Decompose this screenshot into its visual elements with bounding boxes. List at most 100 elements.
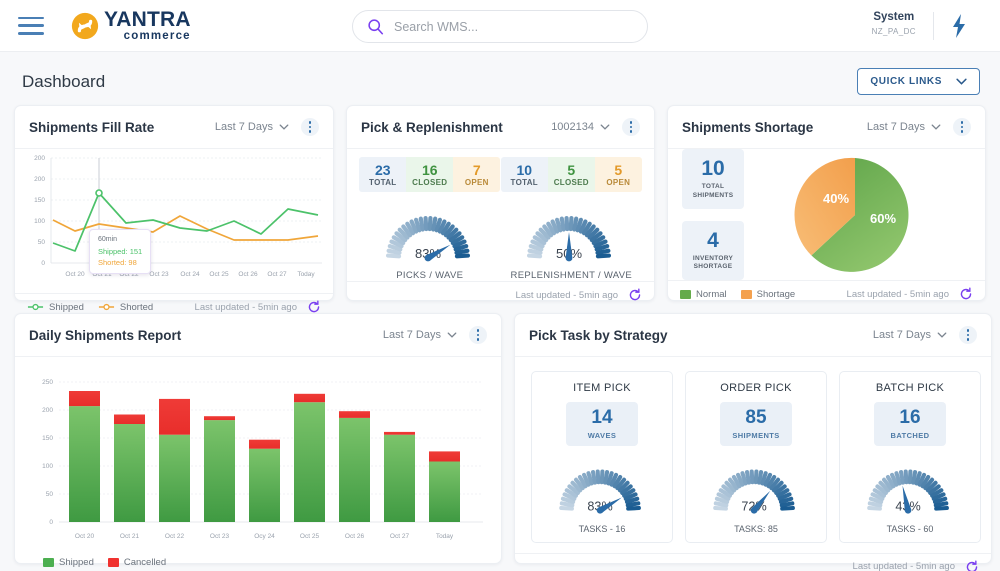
quick-links-button[interactable]: QUICK LINKS [857, 68, 980, 95]
chip-value: 10 [516, 162, 533, 178]
legend-item[interactable]: Shipped [43, 557, 94, 568]
search-input[interactable] [394, 19, 633, 34]
system-code: NZ_PA_DC [871, 26, 916, 36]
card-pick-replenishment: Pick & Replenishment 1002134 23 TOTAL 16… [346, 105, 656, 302]
card-header: Shipments Shortage Last 7 Days [668, 106, 985, 149]
date-range-selector[interactable]: Last 7 Days [873, 329, 947, 341]
bar-group[interactable] [114, 414, 145, 523]
card-header: Pick Task by Strategy Last 7 Days [515, 314, 991, 357]
hamburger-icon[interactable] [18, 16, 44, 35]
top-navigation-bar: YANTRA commerce System NZ_PA_DC [0, 0, 1000, 52]
app-logo[interactable]: YANTRA commerce [70, 9, 191, 43]
more-vertical-icon[interactable] [959, 326, 977, 344]
tile-total-shipments[interactable]: 10 TOTAL SHIPMENTS [682, 149, 745, 209]
legend-line-icon [27, 303, 44, 311]
last-updated-text: Last updated - 5min ago [194, 301, 297, 313]
more-vertical-icon[interactable] [301, 118, 319, 136]
stat-chip-open[interactable]: 7 OPEN [453, 157, 501, 193]
svg-text:Oct 22: Oct 22 [165, 533, 185, 540]
search-box[interactable] [352, 10, 648, 43]
pie-slice-label-normal: 60% [870, 211, 896, 226]
shortage-tiles: 10 TOTAL SHIPMENTS 4 INVENTORY SHORTAGE [682, 149, 745, 281]
refresh-icon[interactable] [965, 560, 979, 571]
bar-group[interactable] [249, 439, 280, 522]
legend-item[interactable]: Shorted [98, 302, 153, 313]
legend-swatch [680, 289, 692, 299]
stat-chip-total[interactable]: 23 TOTAL [359, 157, 407, 193]
refresh-icon[interactable] [307, 300, 321, 314]
gauge-label: REPLENISHMENT / WAVE [510, 270, 632, 282]
legend-label: Normal [696, 288, 727, 300]
hamburger-line [18, 16, 44, 19]
chart-tooltip: 60min Shipped: 151 Shorted: 98 [89, 229, 152, 274]
svg-text:150: 150 [42, 435, 53, 442]
pick-replen-body: 23 TOTAL 16 CLOSED 7 OPEN 83% PICKS / WA… [347, 149, 654, 281]
svg-text:250: 250 [42, 379, 53, 386]
strategy-number: 85 [745, 407, 767, 428]
svg-text:0: 0 [41, 260, 45, 267]
stat-chip-closed[interactable]: 5 CLOSED [547, 157, 595, 193]
card-footer: Last updated - 5min ago [515, 552, 991, 571]
legend-item[interactable]: Cancelled [107, 557, 166, 568]
date-range-selector[interactable]: Last 7 Days [215, 121, 289, 133]
tile-inventory-shortage[interactable]: 4 INVENTORY SHORTAGE [682, 220, 745, 281]
more-vertical-icon[interactable] [953, 118, 971, 136]
card-header: Daily Shipments Report Last 7 Days [15, 314, 501, 357]
strategy-batch-pick[interactable]: BATCH PICK 16 BATCHED 43% TASKS - 60 [839, 371, 981, 543]
logo-wordmark: YANTRA [104, 7, 191, 31]
svg-text:0: 0 [49, 519, 53, 526]
tile-label: INVENTORY SHORTAGE [692, 254, 734, 271]
legend-swatch [107, 558, 119, 567]
tile-value: 10 [701, 157, 725, 180]
bar-group[interactable] [204, 416, 235, 522]
legend-item[interactable]: Shipped [27, 302, 84, 313]
gauge-replenishment-per-wave: 50% [527, 216, 612, 262]
svg-text:50: 50 [38, 239, 46, 246]
svg-text:Oct 24: Oct 24 [180, 271, 200, 278]
strategy-order-pick[interactable]: ORDER PICK 85 SHIPMENTS 72% TASKS: 85 [685, 371, 827, 543]
line-chart-svg: 200 200 150 100 50 0 Oct 20 Oct 21 Oct 2… [34, 155, 322, 278]
chip-label: OPEN [464, 178, 489, 188]
chip-value: 7 [472, 162, 481, 178]
wave-selector[interactable]: 1002134 [551, 121, 610, 133]
bar-group[interactable] [159, 398, 190, 522]
strategy-metric: 14 WAVES [566, 402, 638, 446]
chevron-down-icon [600, 124, 610, 130]
more-vertical-icon[interactable] [622, 118, 641, 136]
bar-group[interactable] [429, 451, 460, 522]
date-range-label: Last 7 Days [866, 121, 925, 133]
chip-label: CLOSED [412, 178, 448, 188]
strategy-title: ORDER PICK [720, 382, 792, 394]
shortage-body: 10 TOTAL SHIPMENTS 4 INVENTORY SHORTAGE [668, 149, 985, 281]
refresh-icon[interactable] [959, 287, 973, 301]
last-updated-text: Last updated - 5min ago [515, 289, 619, 301]
search-icon [368, 19, 384, 35]
bar-group[interactable] [339, 411, 370, 522]
system-selector[interactable]: System NZ_PA_DC [872, 11, 916, 36]
gauge-order-pick: 72% [713, 469, 795, 514]
refresh-icon[interactable] [628, 288, 642, 302]
bar-group[interactable] [384, 431, 415, 522]
card-header: Pick & Replenishment 1002134 [347, 106, 655, 149]
strategy-item-pick[interactable]: ITEM PICK 14 WAVES 83% TASKS - 16 [531, 371, 673, 543]
bar-group[interactable] [69, 391, 100, 522]
chip-label: OPEN [606, 178, 631, 188]
stat-chip-open[interactable]: 5 OPEN [594, 157, 642, 193]
lightning-bolt-icon[interactable] [948, 13, 970, 39]
date-range-selector[interactable]: Last 7 Days [383, 329, 457, 341]
gauge-picks-per-wave: 83% [385, 216, 470, 262]
svg-text:200: 200 [34, 155, 45, 162]
stat-chip-total[interactable]: 10 TOTAL [500, 157, 548, 193]
date-range-selector[interactable]: Last 7 Days [867, 121, 941, 133]
legend-item[interactable]: Normal [680, 289, 727, 300]
strategy-number: 16 [899, 407, 921, 428]
stat-chip-closed[interactable]: 16 CLOSED [406, 157, 454, 193]
card-shipments-fill-rate: Shipments Fill Rate Last 7 Days 200 200 … [14, 105, 334, 313]
legend-item[interactable]: Shortage [740, 289, 795, 300]
picks-group: 23 TOTAL 16 CLOSED 7 OPEN 83% PICKS / WA… [359, 157, 501, 281]
hamburger-line [18, 24, 44, 27]
header-divider [933, 12, 934, 40]
bar-group[interactable] [294, 393, 325, 522]
more-vertical-icon[interactable] [469, 326, 487, 344]
pie-slice-label-shortage: 40% [823, 191, 849, 206]
